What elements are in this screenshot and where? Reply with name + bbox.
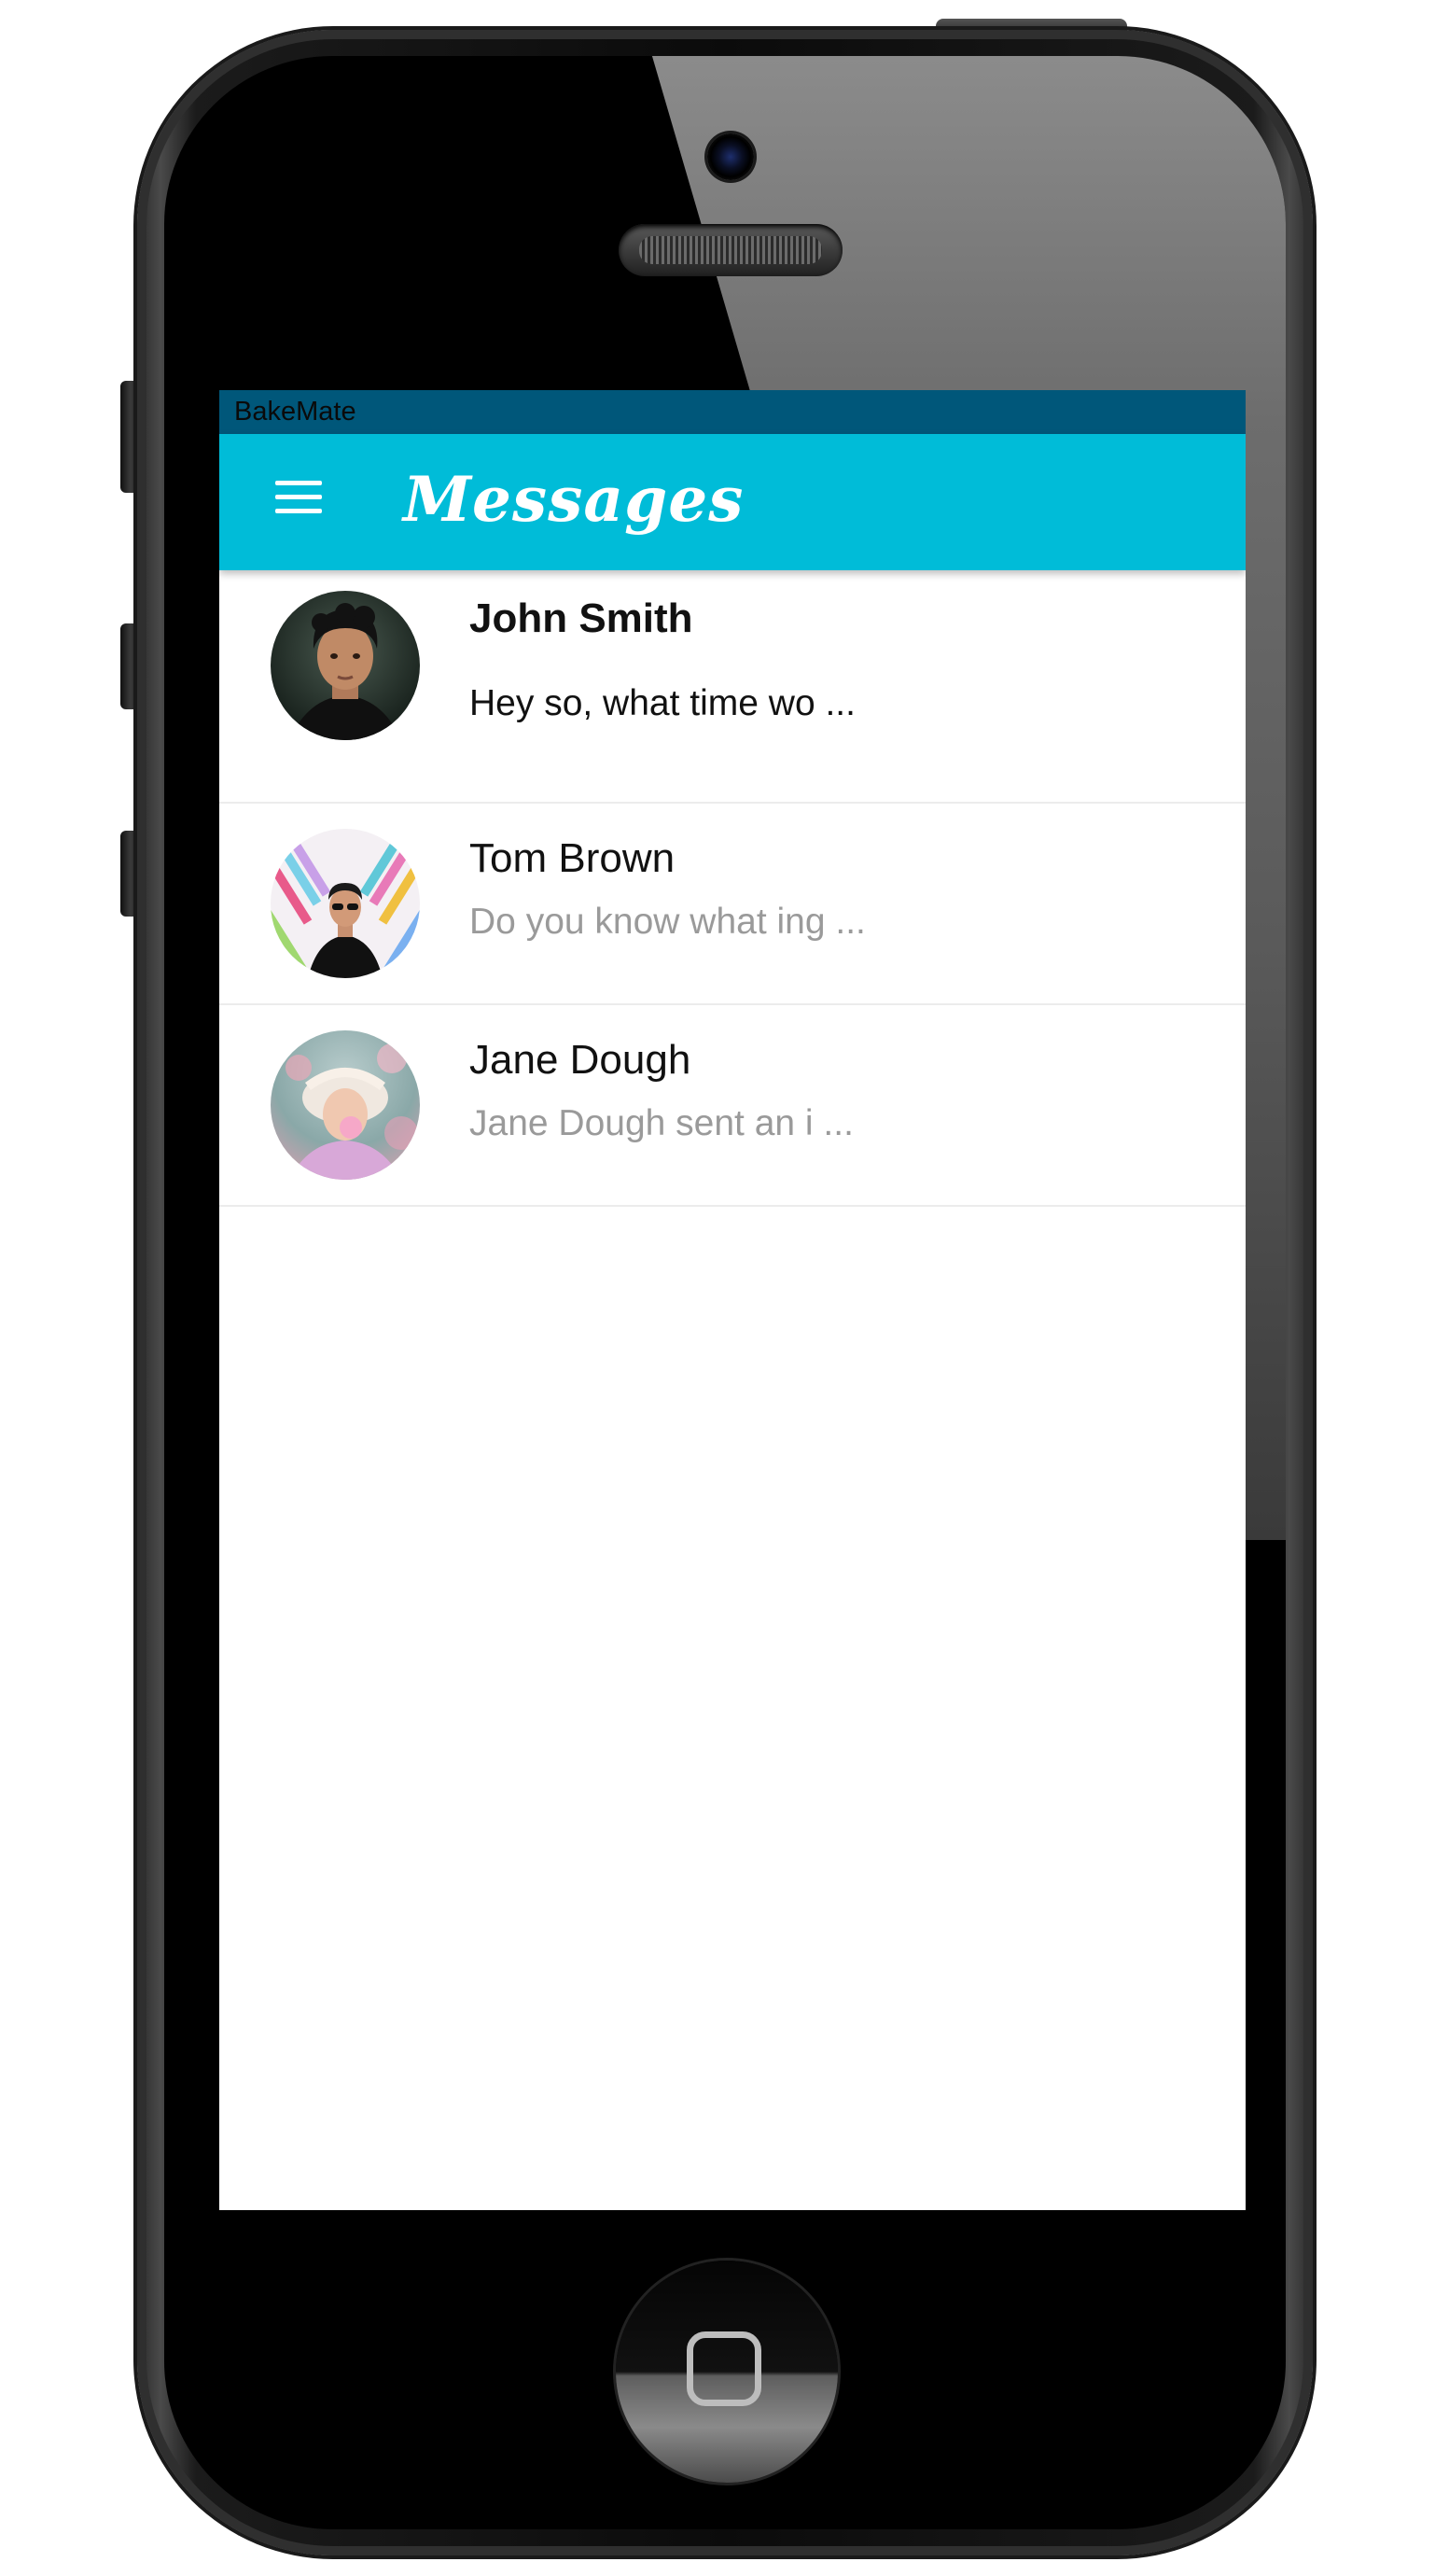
avatar-tom-brown	[271, 829, 420, 978]
home-button-icon[interactable]	[616, 2261, 838, 2483]
status-bar: BakeMate	[219, 390, 1246, 434]
message-preview: Do you know what ing ...	[469, 902, 866, 942]
message-preview: Jane Dough sent an i ...	[469, 1103, 854, 1143]
front-camera-icon	[707, 133, 754, 180]
conversation-row-john-smith[interactable]: John Smith Hey so, what time wo ...	[219, 570, 1246, 804]
conversation-list: John Smith Hey so, what time wo ... Tom …	[219, 570, 1246, 1207]
avatar-jane-dough	[271, 1030, 420, 1180]
app-bar: Messages	[219, 434, 1246, 570]
app-screen: BakeMate Messages John Smith Hey so, wha…	[219, 390, 1246, 2210]
device-mockup: BakeMate Messages John Smith Hey so, wha…	[0, 0, 1449, 2576]
earpiece-speaker-icon	[619, 224, 843, 276]
avatar-john-smith	[271, 591, 420, 740]
page-title: Messages	[403, 463, 745, 536]
contact-name: John Smith	[469, 595, 693, 641]
contact-name: Jane Dough	[469, 1037, 691, 1083]
home-square-icon	[687, 2331, 761, 2406]
conversation-row-tom-brown[interactable]: Tom Brown Do you know what ing ...	[219, 804, 1246, 1005]
contact-name: Tom Brown	[469, 835, 676, 881]
hamburger-menu-icon[interactable]	[275, 481, 322, 514]
status-bar-app-name: BakeMate	[234, 397, 356, 427]
message-preview: Hey so, what time wo ...	[469, 683, 856, 723]
conversation-row-jane-dough[interactable]: Jane Dough Jane Dough sent an i ...	[219, 1005, 1246, 1207]
